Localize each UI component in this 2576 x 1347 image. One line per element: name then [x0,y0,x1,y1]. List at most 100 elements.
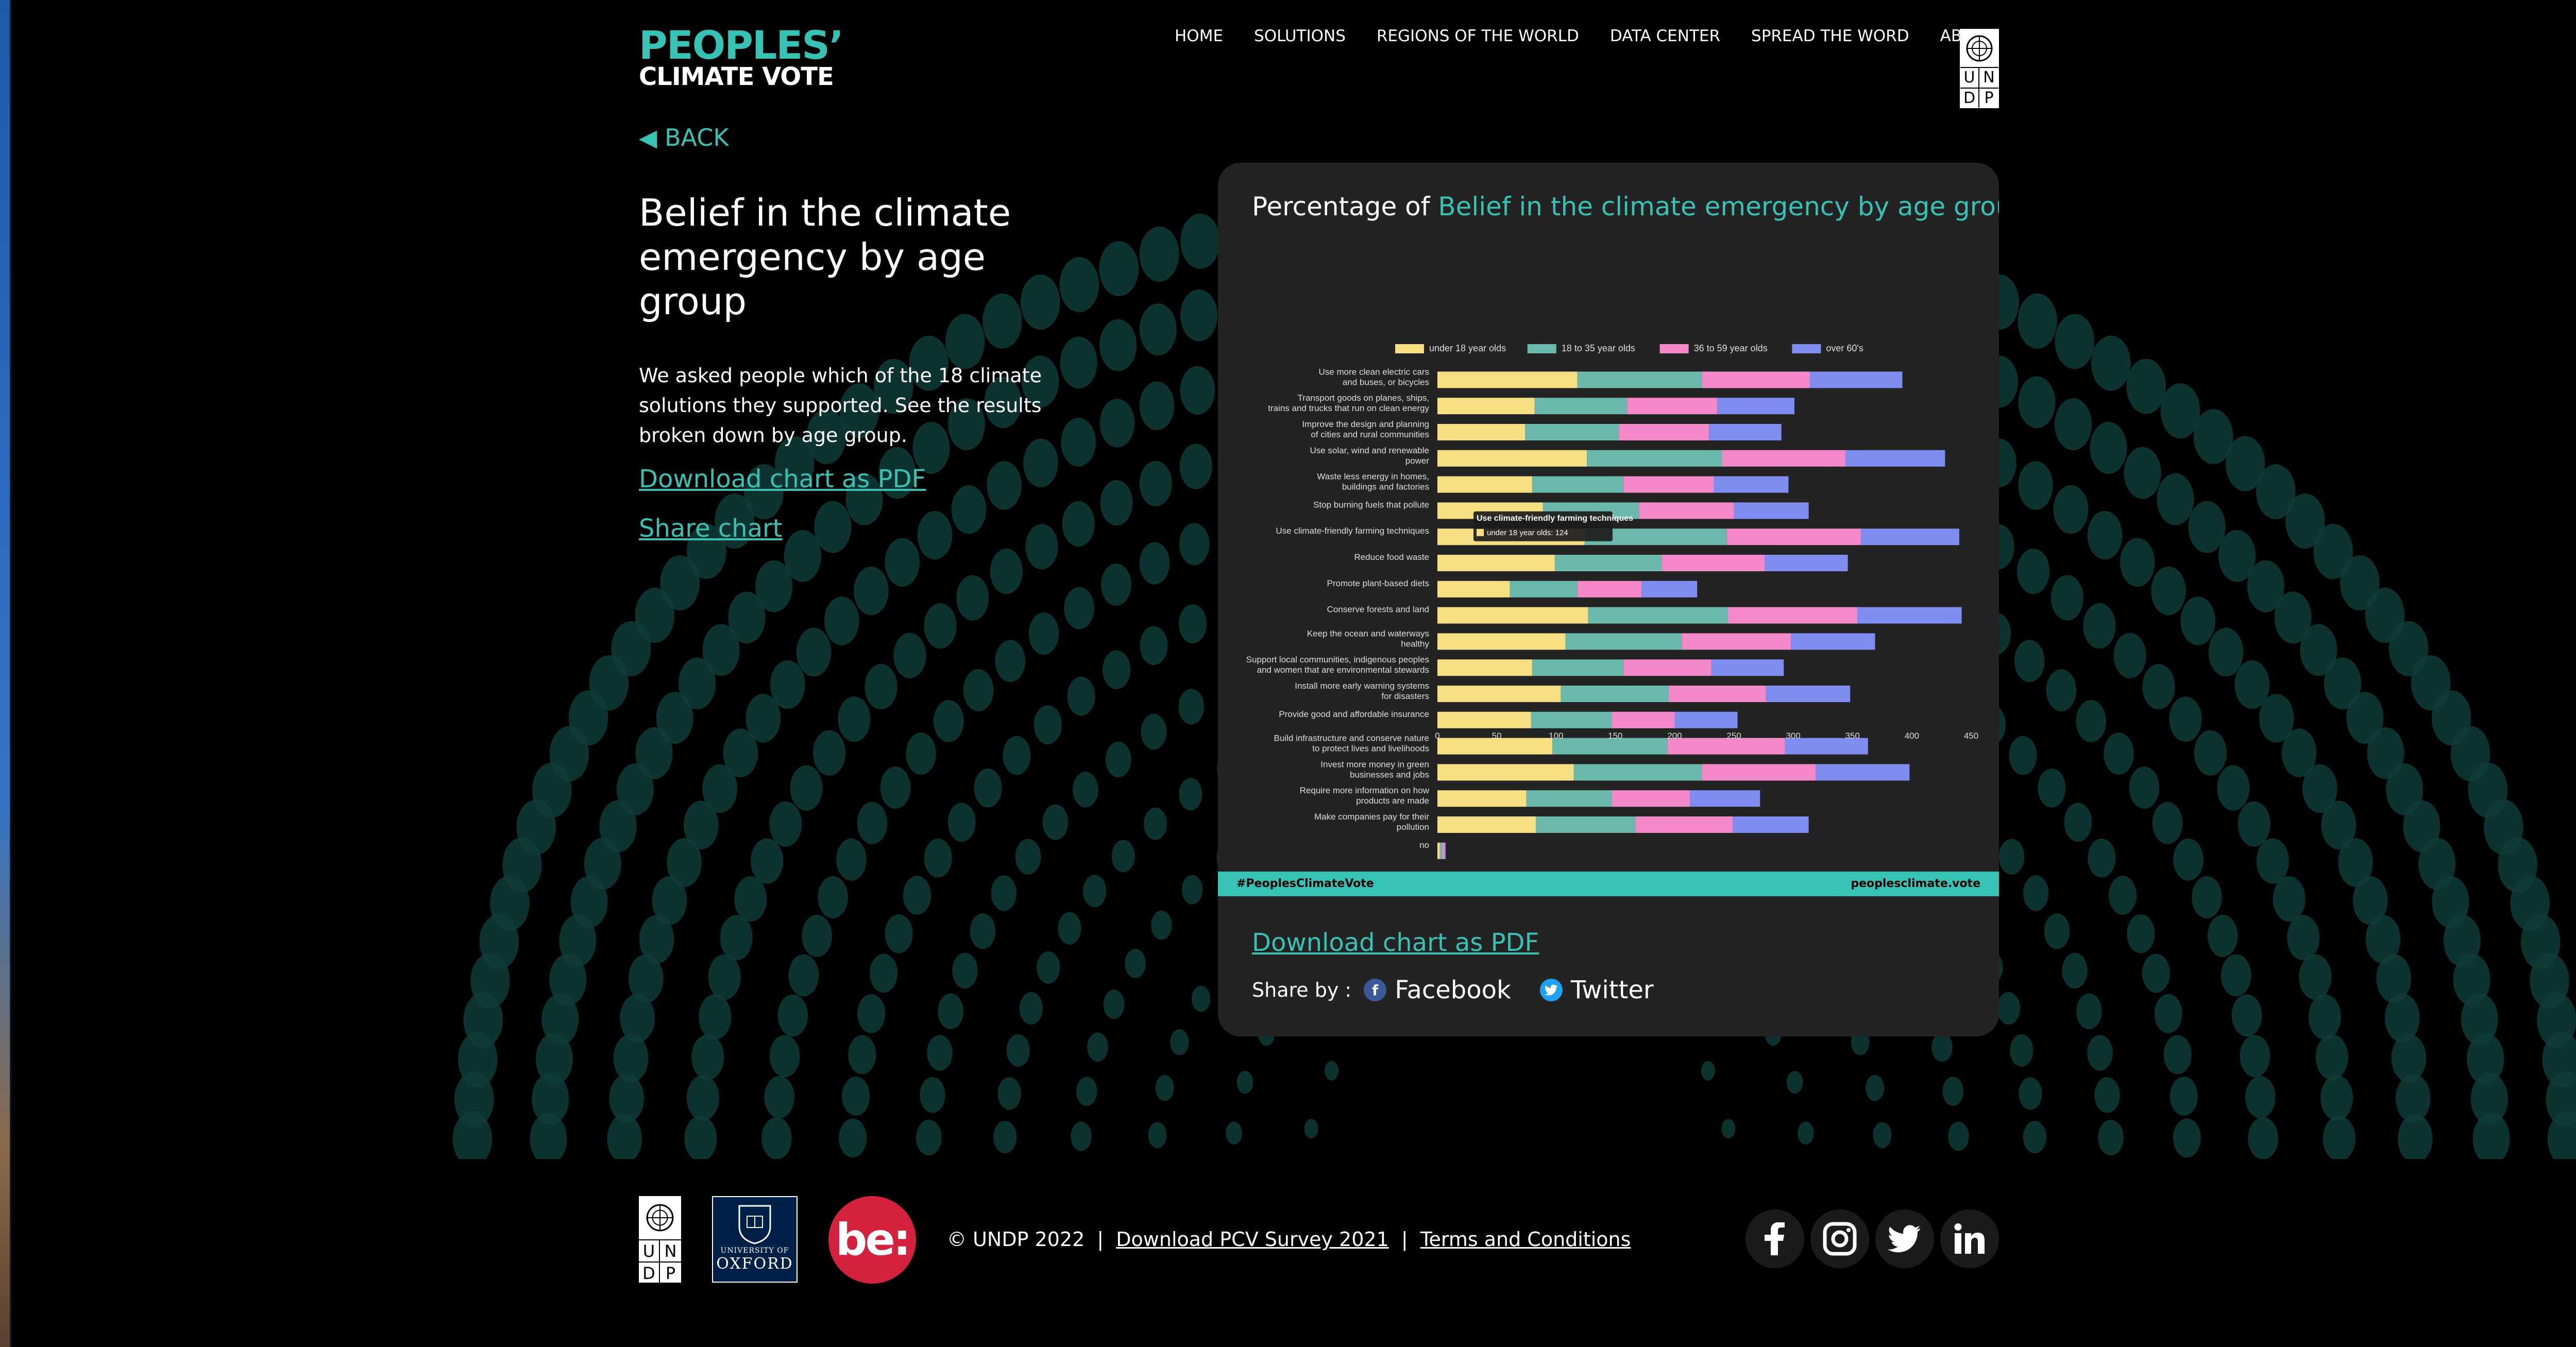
bar-segment [1612,790,1690,807]
terms-link[interactable]: Terms and Conditions [1420,1228,1631,1251]
peoples-climate-vote-logo[interactable]: PEOPLES’ CLIMATE VOTE [639,26,844,91]
sphere-dot [813,730,846,776]
sphere-dot [2098,1119,2124,1156]
sphere-dot [2173,1118,2201,1158]
sphere-dot [691,1034,724,1080]
sphere-dot [2055,314,2095,369]
sphere-dot [1025,524,1058,570]
sphere-dot [1058,912,1081,945]
sphere-dot [1873,1122,1892,1148]
sphere-dot [2157,473,2194,525]
sphere-dot [836,838,867,881]
stacked-bar-chart[interactable]: under 18 year olds 18 to 35 year olds 36 t… [1218,266,1999,868]
sphere-dot [839,1118,867,1158]
sphere-dot [1948,1121,1969,1151]
category-label: Improve the design and planning [1302,419,1429,429]
sphere-dot [802,914,832,957]
sphere-dot [2017,549,2050,594]
bar-segment [1690,790,1760,807]
separator: | [1097,1228,1104,1251]
bar-segment [1816,764,1910,781]
bar-segment [1437,842,1440,859]
footer-undp-logo[interactable]: U N D P [639,1196,681,1284]
x-tick-label: 200 [1667,731,1682,741]
sphere-dot [2194,730,2227,776]
sphere-dot [2018,461,2053,510]
bar-segment [1668,686,1766,702]
category-label: trains and trucks that run on clean ener… [1268,403,1429,413]
sphere-dot [2180,596,2216,645]
sphere-dot [924,603,957,649]
sphere-dot [1998,839,2025,875]
sphere-dot [865,663,897,710]
chart-footer-bar: #PeoplesClimateVote peoplesclimate.vote [1218,872,1999,896]
oxford-logo[interactable]: UNIVERSITY OF OXFORD [712,1196,798,1283]
back-link[interactable]: ◀ BACK [639,124,729,151]
sphere-dot [885,538,920,587]
be-logo[interactable]: be: [828,1196,916,1284]
sphere-dot [770,660,805,709]
share-chart-link[interactable]: Share chart [639,514,783,543]
category-label: Keep the ocean and waterways [1307,628,1429,638]
sphere-dot [2154,994,2182,1033]
download-chart-link[interactable]: Download chart as PDF [639,465,926,493]
category-label: Build infrastructure and conserve nature [1274,734,1429,743]
undp-letter: U [639,1240,660,1263]
category-label: buildings and factories [1342,482,1429,492]
survey-download-link[interactable]: Download PCV Survey 2021 [1116,1228,1388,1251]
twitter-social-button[interactable] [1875,1209,1934,1268]
nav-spread-the-word[interactable]: SPREAD THE WORD [1751,27,1909,49]
undp-letter: D [1960,88,1979,108]
sphere-dot [2087,1035,2113,1071]
sphere-dot [1798,1121,1814,1145]
sphere-dot [1139,226,1179,282]
nav-data-center[interactable]: DATA CENTER [1610,27,1720,49]
undp-letter: P [665,1263,676,1283]
sphere-dot [2169,696,2202,742]
nav-regions[interactable]: REGIONS OF THE WORLD [1377,27,1579,49]
logo-line2: CLIMATE VOTE [639,62,834,91]
sphere-dot [1178,689,1204,725]
bar-segment [1623,659,1711,676]
facebook-social-button[interactable] [1745,1209,1804,1268]
sphere-dot [1028,612,1059,655]
nav-home[interactable]: HOME [1175,27,1223,49]
nav-solutions[interactable]: SOLUTIONS [1254,27,1346,49]
sphere-dot [1721,1119,1736,1138]
x-tick-label: 450 [1964,731,1978,741]
sphere-dot [2126,359,2166,414]
bar-segment [1674,711,1738,728]
sphere-dot [993,1120,1017,1153]
oxford-crest-icon [738,1205,771,1244]
bar-segment [1627,398,1718,415]
category-label: Support local communities, indigenous pe… [1246,655,1429,664]
sphere-dot [1148,1122,1167,1148]
undp-logo[interactable]: U N D P [1960,29,1999,108]
sphere-dot [790,765,823,811]
linkedin-social-button[interactable] [1940,1209,1999,1268]
sphere-dot [2163,1035,2192,1075]
sphere-dot [1180,213,1220,269]
card-download-link[interactable]: Download chart as PDF [1252,928,1539,957]
bar-segment [1437,555,1555,571]
sphere-dot [1042,804,1069,840]
sphere-dot [734,876,767,922]
sphere-dot [2472,1113,2510,1159]
sphere-dot [927,1035,953,1071]
sphere-dot [2124,447,2161,499]
sphere-dot [818,876,848,918]
share-facebook-button[interactable]: f Facebook [1364,976,1511,1004]
sphere-dot [1105,741,1131,778]
bar-segment [1577,581,1641,598]
share-twitter-button[interactable]: Twitter [1539,976,1654,1004]
desktop-edge [0,0,10,1347]
sphere-dot [2231,994,2262,1037]
sphere-dot [1033,705,1062,744]
sphere-dot [1179,444,1212,489]
instagram-social-button[interactable] [1810,1209,1869,1268]
legend-label: 18 to 35 year olds [1562,343,1635,353]
sphere-dot [2299,954,2332,1000]
bar-segment [1639,502,1734,519]
category-label: products are made [1356,796,1429,806]
bar-segment [1728,607,1857,624]
